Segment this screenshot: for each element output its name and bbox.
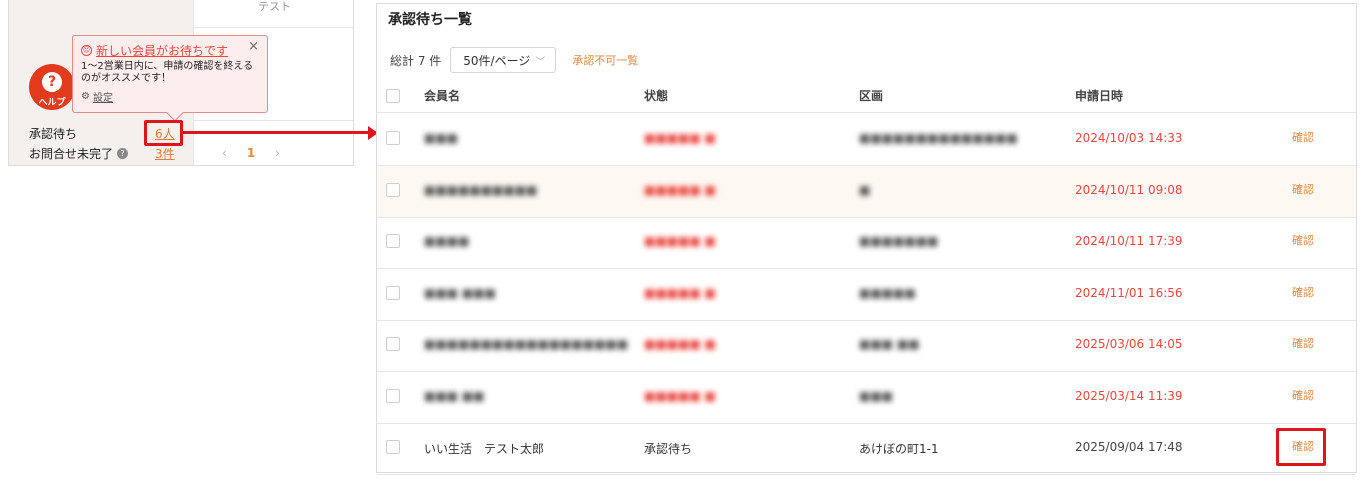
divider <box>194 120 353 121</box>
area-cell: ■■■ <box>859 388 894 403</box>
table-row[interactable]: ■■■■ ■■■■■ ■ ■■■■■■■ 2024/10/11 17:39 確認 <box>377 217 1356 269</box>
column-status[interactable]: 状態 <box>644 87 668 104</box>
row-checkbox[interactable] <box>386 285 400 300</box>
new-member-popup: ☺ 新しい会員がお待ちです × 1〜2営業日内に、申請の確認を終えるのがオススメ… <box>72 35 268 122</box>
area-cell: ■ <box>859 182 871 197</box>
confirm-button[interactable]: 確認 <box>1292 387 1314 403</box>
column-area[interactable]: 区画 <box>859 87 883 104</box>
applied-date: 2025/03/06 14:05 <box>1075 337 1183 351</box>
status-badge: ■■■■■ ■ <box>644 285 716 300</box>
member-name: ■■■■■■■■■■ <box>424 182 538 197</box>
column-member-name[interactable]: 会員名 <box>424 87 460 104</box>
pending-label: 承認待ち <box>29 127 78 141</box>
close-icon[interactable]: × <box>248 39 259 54</box>
row-checkbox[interactable] <box>386 131 400 145</box>
applied-date: 2024/10/11 09:08 <box>1075 182 1183 197</box>
table-header: 会員名 状態 区画 申請日時 <box>377 80 1356 113</box>
table-row[interactable]: ■■■ ■■ ■■■■■ ■ ■■■ 2025/03/14 11:39 確認 <box>377 372 1356 424</box>
area-cell: ■■■■■■■ <box>859 234 939 248</box>
applied-date: 2025/09/04 17:48 <box>1075 440 1183 454</box>
area-cell: あけぼの町1-1 <box>859 442 939 456</box>
area-cell: ■■■ ■■ <box>859 337 920 351</box>
row-checkbox[interactable] <box>386 234 400 248</box>
next-page-button[interactable]: › <box>275 146 280 160</box>
smile-icon: ☺ <box>81 45 92 56</box>
inquiry-count-link[interactable]: 3件 <box>155 145 175 162</box>
highlight-box <box>144 120 183 146</box>
table-row[interactable]: ■■■ ■■■ ■■■■■ ■ ■■■■■ 2024/11/01 16:56 確認 <box>377 269 1356 321</box>
applied-date: 2024/10/11 17:39 <box>1075 234 1183 248</box>
table-row[interactable]: ■■■■■■■■■■■■■■■■■■ ■■■■■ ■ ■■■ ■■ 2025/03/0… <box>377 320 1356 372</box>
confirm-button[interactable]: 確認 <box>1292 232 1314 248</box>
help-button[interactable]: ? ヘルプ <box>29 64 75 110</box>
page-title: 承認待ち一覧 <box>388 12 472 28</box>
row-checkbox[interactable] <box>386 337 400 351</box>
row-checkbox[interactable] <box>386 182 400 197</box>
current-page[interactable]: 1 <box>247 146 255 160</box>
confirm-button[interactable]: 確認 <box>1292 181 1314 197</box>
pending-stat: 承認待ち <box>29 125 77 142</box>
status-badge: ■■■■■ ■ <box>644 337 716 351</box>
member-name: ■■■ <box>424 131 459 145</box>
question-icon: ? <box>42 72 62 92</box>
applied-date: 2024/11/01 16:56 <box>1075 285 1183 300</box>
row-checkbox[interactable] <box>386 440 400 454</box>
status-badge: ■■■■■ ■ <box>644 234 716 248</box>
applied-date: 2024/10/03 14:33 <box>1075 131 1183 145</box>
popup-title[interactable]: ☺ 新しい会員がお待ちです <box>81 42 259 59</box>
inquiry-label: お問合せ未完了 <box>29 147 114 161</box>
pending-approval-list: 承認待ち一覧 総計 7 件 50件/ページ ﹀ 承認不可一覧 会員名 状態 区画… <box>376 3 1357 475</box>
annotation-arrow-line <box>182 131 369 134</box>
area-cell: ■■■■■■■■■■■■■■ <box>859 131 1018 145</box>
member-name: ■■■■ <box>424 234 470 248</box>
confirm-button[interactable]: 確認 <box>1292 284 1314 300</box>
member-name: ■■■■■■■■■■■■■■■■■■ <box>424 337 629 351</box>
help-label: ヘルプ <box>38 98 66 108</box>
applied-date: 2025/03/14 11:39 <box>1075 388 1183 403</box>
popup-settings-link[interactable]: ⚙ 設定 <box>81 89 259 104</box>
area-cell: ■■■■■ <box>859 285 916 300</box>
select-all-checkbox[interactable] <box>386 89 400 103</box>
row-checkbox[interactable] <box>386 388 400 403</box>
column-applied-at[interactable]: 申請日時 <box>1075 87 1123 104</box>
highlight-box <box>1276 428 1326 466</box>
confirm-button[interactable]: 確認 <box>1292 335 1314 351</box>
prev-page-button[interactable]: ‹ <box>222 146 227 160</box>
member-name: ■■■ ■■■ <box>424 285 496 300</box>
chevron-down-icon: ﹀ <box>535 56 546 68</box>
inquiry-stat: お問合せ未完了 ? <box>29 145 129 162</box>
status-badge: ■■■■■ ■ <box>644 131 716 145</box>
status-badge: ■■■■■ ■ <box>644 182 716 197</box>
list-toolbar: 総計 7 件 50件/ページ ﹀ 承認不可一覧 <box>390 47 638 73</box>
confirm-button[interactable]: 確認 <box>1292 129 1314 145</box>
help-circle-icon[interactable]: ? <box>117 148 129 159</box>
rejected-list-link[interactable]: 承認不可一覧 <box>572 52 638 68</box>
status-badge: ■■■■■ ■ <box>644 388 716 403</box>
dashboard-widget: テスト ‹ 1 › ? ヘルプ ☺ 新しい会員がお待ちです × 1〜2営業日内に… <box>8 0 354 166</box>
table-row[interactable]: ■■■ ■■■■■ ■ ■■■■■■■■■■■■■■ 2024/10/03 14:33… <box>377 114 1356 166</box>
table-row[interactable]: ■■■■■■■■■■ ■■■■■ ■ ■ 2024/10/11 09:08 確認 <box>377 165 1356 218</box>
total-count: 総計 7 件 <box>390 53 442 68</box>
status-badge: 承認待ち <box>644 442 693 456</box>
popup-message: 1〜2営業日内に、申請の確認を終えるのがオススメです！ <box>81 61 254 84</box>
table-row[interactable]: いい生活 テスト太郎 承認待ち あけぼの町1-1 2025/09/04 17:48 確認 <box>377 423 1356 475</box>
member-name: いい生活 テスト太郎 <box>424 442 545 456</box>
gear-icon: ⚙ <box>81 91 90 102</box>
pagination: ‹ 1 › <box>222 146 280 160</box>
column-header: テスト <box>194 0 353 28</box>
member-name: ■■■ ■■ <box>424 388 485 403</box>
per-page-select[interactable]: 50件/ページ ﹀ <box>450 47 557 73</box>
